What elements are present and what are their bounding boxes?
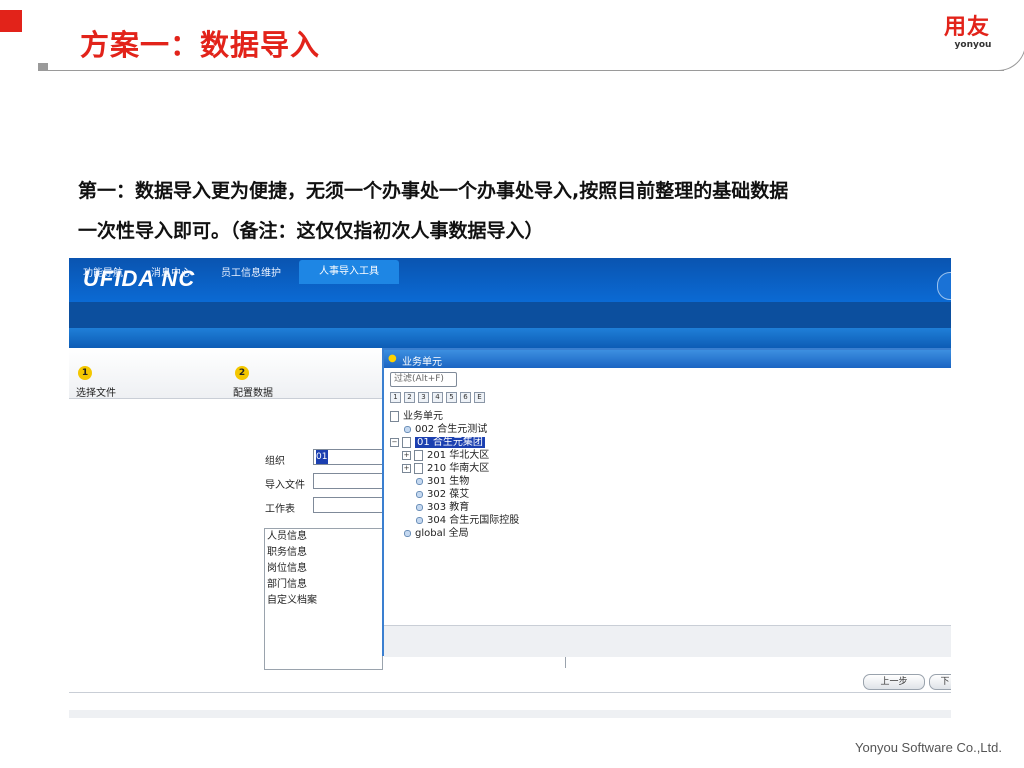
tab-employee-info[interactable]: 员工信息维护 bbox=[221, 264, 281, 279]
leaf-dot-icon bbox=[416, 477, 423, 485]
body-text-line-2: 一次性导入即可。（备注：这仅仅指初次人事数据导入） bbox=[78, 220, 544, 242]
org-label: 组织 bbox=[265, 456, 285, 467]
expand-icon[interactable]: + bbox=[402, 463, 411, 473]
document-icon bbox=[414, 462, 423, 474]
step-2-label: 配置数据 bbox=[233, 388, 273, 399]
data-type-list[interactable]: 人员信息 职务信息 岗位信息 部门信息 自定义档案 bbox=[264, 528, 383, 670]
footer-divider bbox=[69, 692, 951, 693]
file-field[interactable] bbox=[313, 473, 385, 489]
list-item[interactable]: 人员信息 bbox=[265, 529, 382, 545]
app-header bbox=[69, 258, 951, 302]
list-item[interactable]: 岗位信息 bbox=[265, 561, 382, 577]
level-button-3[interactable]: 3 bbox=[418, 392, 429, 403]
leaf-dot-icon bbox=[404, 425, 411, 433]
dialog-title: 业务单元 bbox=[402, 357, 442, 368]
list-item[interactable]: 部门信息 bbox=[265, 577, 382, 593]
leaf-dot-icon bbox=[416, 516, 423, 524]
sheet-field[interactable] bbox=[313, 497, 385, 513]
tree-node[interactable]: 304 合生元国际控股 bbox=[416, 514, 519, 527]
prev-button[interactable]: 上一步 bbox=[863, 674, 925, 690]
title-underline-curve bbox=[995, 40, 1024, 71]
tab-function-nav[interactable]: 功能导航 bbox=[83, 264, 123, 279]
tree-node[interactable]: 302 葆艾 bbox=[416, 488, 469, 501]
logo-english: yonyou bbox=[954, 40, 992, 50]
yonyou-logo: 用友 yonyou bbox=[936, 15, 998, 51]
level-button-e[interactable]: E bbox=[474, 392, 485, 403]
tab-message-center[interactable]: 消息中心 bbox=[151, 264, 191, 279]
title-accent-square bbox=[0, 10, 22, 32]
list-item[interactable]: 自定义档案 bbox=[265, 593, 382, 609]
nav-bar bbox=[69, 302, 951, 328]
tree-node[interactable]: 303 教育 bbox=[416, 501, 469, 514]
tree-node[interactable]: 301 生物 bbox=[416, 475, 469, 488]
level-button-4[interactable]: 4 bbox=[432, 392, 443, 403]
step-1-badge: 1 bbox=[78, 366, 92, 380]
level-button-2[interactable]: 2 bbox=[404, 392, 415, 403]
title-underline bbox=[38, 70, 1004, 71]
body-text-line-1: 第一：数据导入更为便捷，无须一个办事处一个办事处导入,按照目前整理的基础数据 bbox=[78, 180, 789, 202]
step-2-badge: 2 bbox=[235, 366, 249, 380]
tree-node[interactable]: 002 合生元测试 bbox=[404, 423, 487, 436]
tree-node[interactable]: global 全局 bbox=[404, 527, 469, 540]
toolbar-band bbox=[69, 328, 951, 348]
file-label: 导入文件 bbox=[265, 480, 305, 491]
sheet-label: 工作表 bbox=[265, 504, 295, 515]
leaf-dot-icon bbox=[416, 490, 423, 498]
tree-node[interactable]: +201 华北大区 bbox=[402, 449, 489, 462]
next-button[interactable]: 下 bbox=[929, 674, 951, 690]
status-bar bbox=[69, 710, 951, 718]
level-button-5[interactable]: 5 bbox=[446, 392, 457, 403]
tab-hr-import-tool[interactable]: 人事导入工具 bbox=[299, 260, 399, 284]
dialog-footer bbox=[384, 625, 951, 657]
list-item[interactable]: 职务信息 bbox=[265, 545, 382, 561]
footer-company: Yonyou Software Co.,Ltd. bbox=[855, 740, 1002, 755]
tree-node[interactable]: 业务单元 bbox=[390, 410, 443, 423]
step-1-label: 选择文件 bbox=[76, 388, 116, 399]
leaf-dot-icon bbox=[404, 529, 411, 537]
level-button-1[interactable]: 1 bbox=[390, 392, 401, 403]
expand-icon[interactable]: + bbox=[402, 450, 411, 460]
level-button-6[interactable]: 6 bbox=[460, 392, 471, 403]
document-icon bbox=[390, 410, 399, 422]
logo-chinese: 用友 bbox=[943, 15, 990, 40]
document-icon bbox=[402, 436, 411, 448]
filter-input[interactable]: 过滤(Alt+F) bbox=[390, 372, 457, 387]
dialog-titlebar bbox=[384, 350, 951, 368]
leaf-dot-icon bbox=[416, 503, 423, 511]
document-icon bbox=[414, 449, 423, 461]
tree-node[interactable]: +210 华南大区 bbox=[402, 462, 489, 475]
collapse-icon[interactable]: − bbox=[390, 437, 399, 447]
tree-node[interactable]: −01 合生元集团 bbox=[390, 436, 485, 449]
business-unit-dialog: ● 业务单元 过滤(Alt+F) 1 2 3 4 5 6 E 业务单元 002 … bbox=[382, 348, 951, 657]
pin-icon: ● bbox=[388, 353, 397, 364]
org-value: 01 bbox=[316, 450, 328, 464]
app-screenshot: UFIDA NC 功能导航 消息中心 员工信息维护 人事导入工具 1 选择文件 … bbox=[69, 258, 951, 718]
slide-title: 方案一：数据导入 bbox=[80, 28, 321, 62]
